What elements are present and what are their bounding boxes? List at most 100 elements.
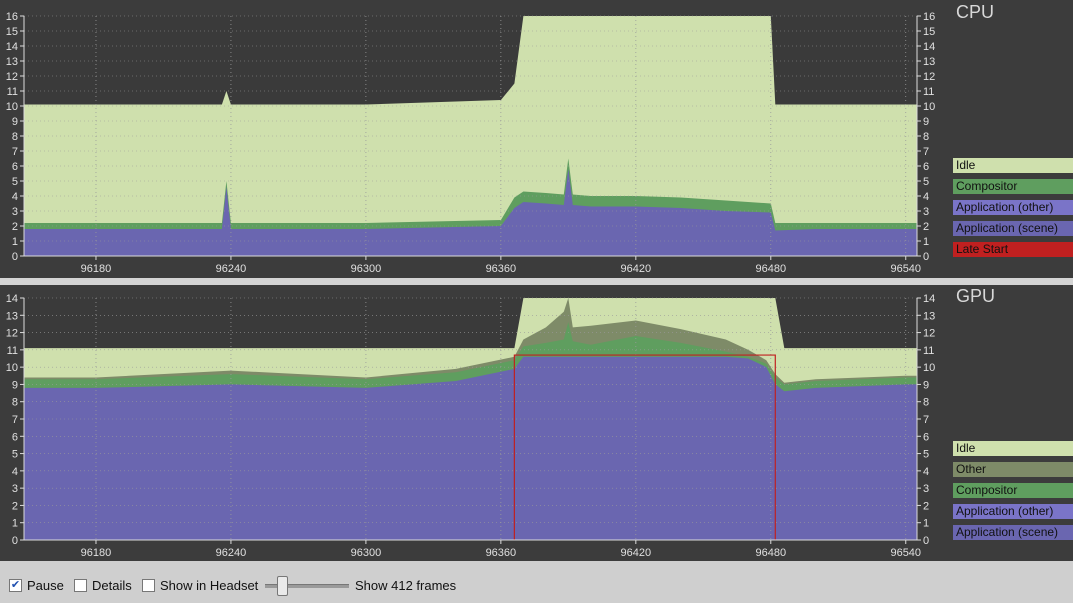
- frames-count-label: Show 412 frames: [355, 578, 457, 593]
- y-tick-label-right: 12: [923, 71, 935, 83]
- y-tick-label-right: 14: [923, 41, 935, 53]
- x-tick-label: 96540: [890, 547, 921, 559]
- y-tick-label-right: 7: [923, 146, 929, 158]
- y-tick-label-left: 3: [12, 483, 18, 495]
- y-tick-label-left: 7: [12, 146, 18, 158]
- x-tick-label: 96420: [621, 263, 652, 275]
- gpu-title: GPU: [956, 286, 996, 306]
- x-tick-label: 96240: [216, 547, 247, 559]
- y-tick-label-left: 8: [12, 131, 18, 143]
- y-tick-label-left: 12: [6, 71, 18, 83]
- y-tick-label-right: 8: [923, 131, 929, 143]
- details-checkbox[interactable]: [74, 579, 87, 592]
- cpu-title: CPU: [956, 2, 995, 22]
- x-tick-label: 96180: [81, 547, 112, 559]
- y-tick-label-right: 7: [923, 414, 929, 426]
- y-tick-label-left: 4: [12, 466, 18, 478]
- y-tick-label-right: 8: [923, 397, 929, 409]
- y-tick-label-right: 13: [923, 56, 935, 68]
- y-tick-label-left: 7: [12, 414, 18, 426]
- cpu-panel: 0 0 1 1 2 2 3 3 4 4 5 5 6 6 7 7 8 8 9 9 10 10 11 11 12 12 13 13 14 14…: [0, 0, 1073, 278]
- y-tick-label-left: 16: [6, 11, 18, 23]
- x-tick-label: 96180: [81, 263, 112, 275]
- details-label[interactable]: Details: [92, 578, 132, 593]
- show-in-headset-label[interactable]: Show in Headset: [160, 578, 258, 593]
- y-tick-label-left: 14: [6, 293, 18, 305]
- y-tick-label-left: 11: [7, 86, 18, 98]
- y-tick-label-right: 16: [923, 11, 935, 23]
- y-tick-label-left: 4: [12, 191, 18, 203]
- x-tick-label: 96300: [351, 263, 382, 275]
- show-in-headset-checkbox[interactable]: [142, 579, 155, 592]
- legend-item-application-scene: Application (scene): [953, 525, 1073, 540]
- y-tick-label-left: 14: [6, 41, 18, 53]
- legend-item-application-other: Application (other): [953, 504, 1073, 519]
- y-tick-label-left: 13: [6, 310, 18, 322]
- legend-item-idle: Idle: [953, 158, 1073, 173]
- y-tick-label-right: 14: [923, 293, 935, 305]
- y-tick-label-right: 2: [923, 221, 929, 233]
- gpu-chart: 0 01 12 23 34 45 56 67 78 89 910 1011 1112 1213 1314 14…: [6, 293, 936, 559]
- y-tick-label-right: 3: [923, 206, 929, 218]
- x-tick-label: 96480: [755, 263, 786, 275]
- y-tick-label-right: 5: [923, 449, 929, 461]
- x-tick-label: 96360: [486, 547, 517, 559]
- y-tick-label-right: 15: [923, 26, 935, 38]
- y-tick-label-left: 6: [12, 161, 18, 173]
- y-tick-label-left: 6: [12, 431, 18, 443]
- toolbar: ✔ Pause Details Show in Headset Show 412…: [0, 561, 1073, 603]
- y-tick-label-right: 1: [923, 518, 929, 530]
- legend-item-compositor: Compositor: [953, 483, 1073, 498]
- y-tick-label-left: 3: [12, 206, 18, 218]
- y-tick-label-right: 9: [923, 116, 929, 128]
- y-tick-label-right: 2: [923, 500, 929, 512]
- y-tick-label-right: 4: [923, 466, 929, 478]
- legend-item-other: Other: [953, 462, 1073, 477]
- y-tick-label-left: 9: [12, 379, 18, 391]
- y-tick-label-left: 11: [7, 345, 18, 357]
- legend-item-late-start: Late Start: [953, 242, 1073, 257]
- y-tick-label-left: 13: [6, 56, 18, 68]
- legend-item-idle: Idle: [953, 441, 1073, 456]
- y-tick-label-right: 3: [923, 483, 929, 495]
- y-tick-label-left: 1: [12, 518, 18, 530]
- y-tick-label-left: 10: [6, 362, 18, 374]
- y-tick-label-right: 10: [923, 101, 935, 113]
- cpu-chart: 0 01 12 23 34 45 56 67 78 89 910 1011 1112 1213 1314 14…: [6, 11, 936, 275]
- pause-label[interactable]: Pause: [27, 578, 64, 593]
- x-tick-label: 96360: [486, 263, 517, 275]
- y-tick-label-left: 9: [12, 116, 18, 128]
- y-tick-label-right: 5: [923, 176, 929, 188]
- pause-checkbox[interactable]: ✔: [9, 579, 22, 592]
- y-tick-label-left: 0: [12, 251, 18, 263]
- y-tick-label-right: 13: [923, 310, 935, 322]
- frames-slider-thumb[interactable]: [277, 576, 288, 596]
- y-tick-label-left: 8: [12, 397, 18, 409]
- y-tick-label-left: 1: [12, 236, 18, 248]
- x-tick-label: 96300: [351, 547, 382, 559]
- x-tick-label: 96480: [755, 547, 786, 559]
- gpu-panel: 0 0 1 1 2 2 3 3 4 4 5 5 6 6 7 7 8 8 9 9 10 10 11 11 12 12 13 13 14 14…: [0, 285, 1073, 561]
- y-tick-label-left: 5: [12, 449, 18, 461]
- y-tick-label-left: 2: [12, 500, 18, 512]
- panel-separator: [0, 278, 1073, 285]
- y-tick-label-right: 6: [923, 431, 929, 443]
- y-tick-label-left: 10: [6, 101, 18, 113]
- y-tick-label-right: 11: [923, 345, 934, 357]
- y-tick-label-right: 0: [923, 535, 929, 547]
- y-tick-label-right: 1: [923, 236, 929, 248]
- x-tick-label: 96240: [216, 263, 247, 275]
- y-tick-label-right: 11: [923, 86, 934, 98]
- y-tick-label-left: 12: [6, 328, 18, 340]
- y-tick-label-right: 6: [923, 161, 929, 173]
- x-tick-label: 96540: [890, 263, 921, 275]
- x-tick-label: 96420: [621, 547, 652, 559]
- y-tick-label-left: 15: [6, 26, 18, 38]
- y-tick-label-left: 0: [12, 535, 18, 547]
- y-tick-label-right: 9: [923, 379, 929, 391]
- y-tick-label-right: 0: [923, 251, 929, 263]
- legend-item-compositor: Compositor: [953, 179, 1073, 194]
- y-tick-label-left: 2: [12, 221, 18, 233]
- y-tick-label-right: 4: [923, 191, 929, 203]
- y-tick-label-right: 12: [923, 328, 935, 340]
